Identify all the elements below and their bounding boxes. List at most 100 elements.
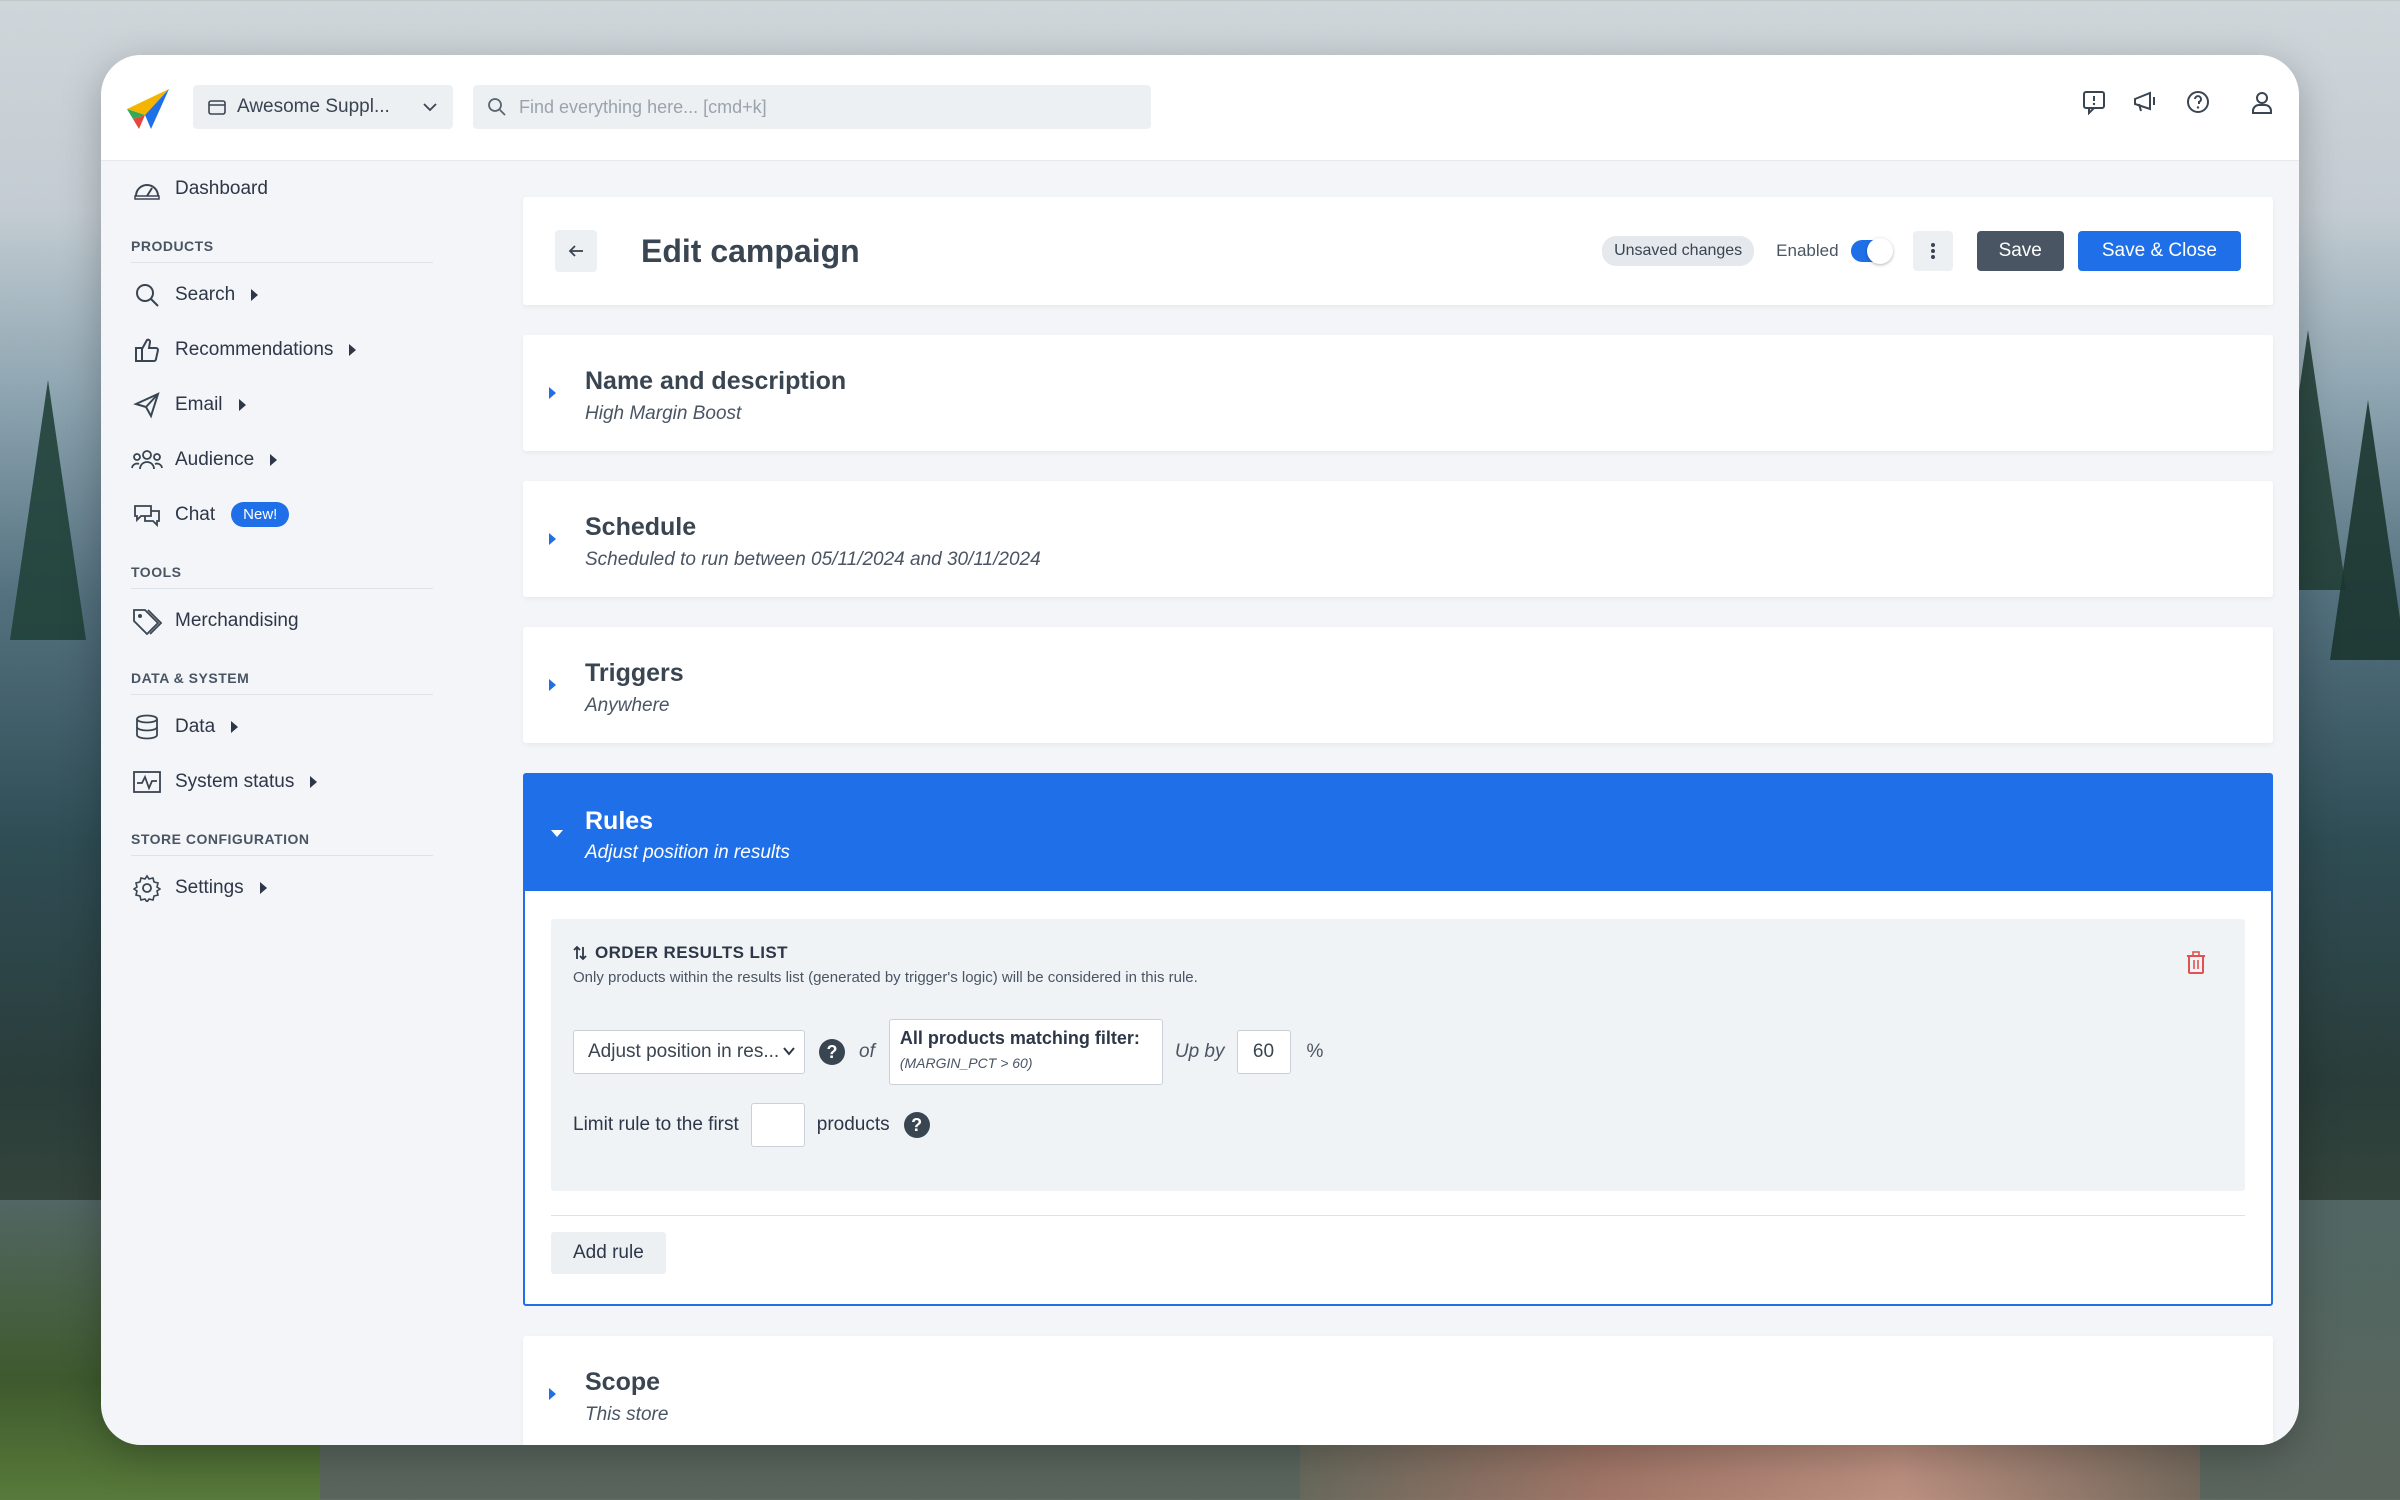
amount-input[interactable]: 60 [1236, 1030, 1291, 1074]
rules-header[interactable]: Rules Adjust position in results [525, 775, 2271, 891]
global-search-input[interactable]: Find everything here... [cmd+k] [473, 85, 1151, 129]
section-label-store-config: STORE CONFIGURATION [131, 831, 433, 856]
caret-right-icon [349, 343, 357, 356]
caret-right-icon [270, 453, 278, 466]
toggle-knob [1866, 238, 1893, 264]
unsaved-changes-badge: Unsaved changes [1602, 236, 1755, 266]
help-icon[interactable]: ? [903, 1112, 930, 1138]
rule-card: ORDER RESULTS LIST Only products within … [551, 919, 2245, 1191]
section-label-data-system: DATA & SYSTEM [131, 670, 433, 695]
chevron-down-icon [423, 103, 437, 112]
tags-icon [131, 605, 163, 637]
add-rule-button[interactable]: Add rule [551, 1232, 666, 1274]
sidebar-item-label: Settings [175, 876, 244, 898]
user-icon[interactable] [2247, 87, 2277, 117]
of-label: of [859, 1041, 875, 1062]
sidebar-item-data[interactable]: Data [131, 699, 446, 754]
section-name-description[interactable]: Name and description High Margin Boost [523, 335, 2273, 451]
sidebar: Dashboard PRODUCTS Search Recommendation… [101, 161, 446, 1445]
caret-right-icon [549, 387, 556, 399]
app-window: Awesome Suppl... Find everything here...… [101, 55, 2299, 1445]
activity-monitor-icon [131, 766, 163, 798]
page-title: Edit campaign [641, 232, 860, 269]
chat-bubbles-icon [131, 499, 163, 531]
rule-heading: ORDER RESULTS LIST [573, 943, 788, 963]
kebab-icon [1930, 243, 1935, 259]
arrow-left-icon [568, 245, 583, 257]
caret-right-icon [231, 720, 239, 733]
up-by-label: Up by [1174, 1041, 1225, 1062]
help-icon[interactable] [2183, 87, 2213, 117]
store-selector[interactable]: Awesome Suppl... [193, 85, 453, 129]
enabled-label: Enabled [1776, 241, 1839, 260]
caret-right-icon [251, 288, 259, 301]
search-icon [488, 98, 506, 116]
sidebar-item-dashboard[interactable]: Dashboard [131, 161, 446, 216]
logo-icon[interactable] [125, 85, 171, 131]
feedback-icon[interactable] [2079, 87, 2109, 117]
section-title: Schedule [585, 513, 697, 541]
section-title: Triggers [585, 659, 684, 687]
rule-action-select[interactable]: Adjust position in res... [573, 1030, 805, 1074]
section-subtitle: Adjust position in results [585, 842, 790, 863]
filter-title: All products matching filter: [899, 1028, 1140, 1048]
search-placeholder: Find everything here... [cmd+k] [519, 96, 767, 117]
gear-icon [131, 872, 163, 904]
caret-right-icon [549, 679, 556, 691]
sidebar-item-chat[interactable]: Chat New! [131, 487, 446, 542]
limit-prefix-label: Limit rule to the first [573, 1114, 739, 1135]
section-triggers[interactable]: Triggers Anywhere [523, 627, 2273, 743]
sidebar-item-search[interactable]: Search [131, 267, 446, 322]
section-subtitle: Scheduled to run between 05/11/2024 and … [585, 549, 1041, 570]
section-title: Rules [585, 807, 654, 835]
sidebar-item-system-status[interactable]: System status [131, 754, 446, 809]
back-button[interactable] [555, 230, 597, 272]
sidebar-item-label: Audience [175, 448, 255, 470]
section-label-tools: TOOLS [131, 564, 433, 589]
limit-suffix-label: products [816, 1114, 890, 1135]
sidebar-item-label: System status [175, 770, 295, 792]
sidebar-item-label: Dashboard [175, 177, 268, 199]
section-label-products: PRODUCTS [131, 238, 433, 263]
gauge-icon [131, 173, 163, 205]
sidebar-item-settings[interactable]: Settings [131, 860, 446, 915]
paper-plane-icon [131, 389, 163, 421]
megaphone-icon[interactable] [2131, 87, 2161, 117]
section-subtitle: This store [585, 1404, 669, 1425]
help-icon[interactable]: ? [819, 1039, 845, 1065]
sidebar-item-merchandising[interactable]: Merchandising [131, 593, 446, 648]
sidebar-item-label: Email [175, 393, 223, 415]
section-title: Name and description [585, 367, 847, 395]
product-filter-box[interactable]: All products matching filter: (MARGIN_PC… [888, 1019, 1163, 1085]
sidebar-item-email[interactable]: Email [131, 377, 446, 432]
filter-expression: (MARGIN_PCT > 60) [899, 1055, 1033, 1071]
caret-right-icon [549, 1388, 556, 1400]
caret-right-icon [549, 533, 556, 545]
limit-row: Limit rule to the first products ? [573, 1103, 930, 1147]
search-icon [131, 279, 163, 311]
more-options-button[interactable] [1912, 231, 1953, 271]
rule-description: Only products within the results list (g… [573, 969, 1198, 986]
section-schedule[interactable]: Schedule Scheduled to run between 05/11/… [523, 481, 2273, 597]
rule-config-row: Adjust position in res... ? of All produ… [573, 1019, 1323, 1085]
page-header: Edit campaign Unsaved changes Enabled Sa… [523, 197, 2273, 305]
trash-icon[interactable] [2185, 951, 2207, 975]
new-badge: New! [231, 502, 290, 527]
store-icon [208, 100, 226, 115]
section-title: Scope [585, 1368, 661, 1396]
section-scope[interactable]: Scope This store [523, 1336, 2273, 1445]
sidebar-item-recommendations[interactable]: Recommendations [131, 322, 446, 377]
section-rules: Rules Adjust position in results ORDER R… [523, 773, 2273, 1306]
save-button[interactable]: Save [1976, 231, 2064, 271]
save-close-button[interactable]: Save & Close [2077, 231, 2241, 271]
main-content: Edit campaign Unsaved changes Enabled Sa… [523, 197, 2273, 1445]
caret-right-icon [238, 398, 246, 411]
percent-label: % [1306, 1041, 1324, 1062]
select-value: Adjust position in res... [588, 1041, 780, 1062]
sidebar-item-audience[interactable]: Audience [131, 432, 446, 487]
enabled-toggle[interactable] [1850, 238, 1893, 264]
limit-input[interactable] [750, 1103, 805, 1147]
section-subtitle: High Margin Boost [585, 403, 742, 424]
store-name: Awesome Suppl... [237, 96, 390, 117]
sidebar-item-label: Merchandising [175, 609, 299, 631]
